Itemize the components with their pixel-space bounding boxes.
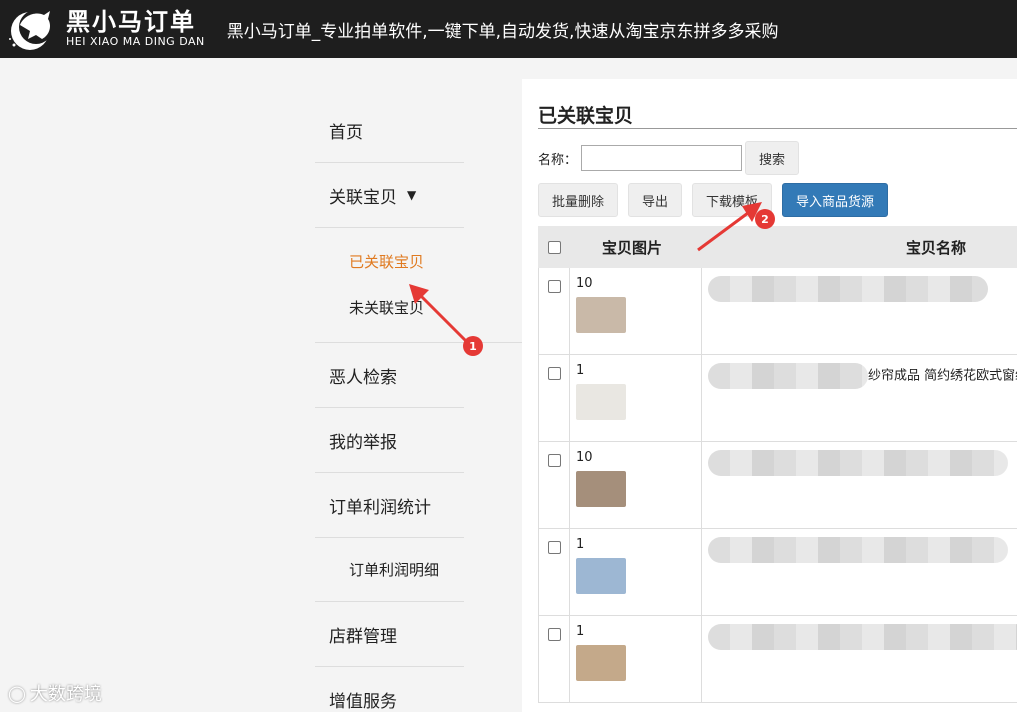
page-title: 已关联宝贝: [538, 105, 634, 127]
row-checkbox[interactable]: [547, 541, 561, 554]
brand-logo[interactable]: 黑小马订单 HEI XIAO MA DING DAN: [6, 5, 205, 53]
row-checkbox[interactable]: [547, 454, 561, 467]
table-row[interactable]: 1: [538, 529, 1017, 616]
app-header: 黑小马订单 HEI XIAO MA DING DAN 黑小马订单_专业拍单软件,…: [0, 0, 1017, 58]
import-source-button[interactable]: 导入商品货源: [782, 183, 889, 217]
batch-delete-button[interactable]: 批量删除: [538, 183, 619, 217]
sidebar-item-value-added[interactable]: 增值服务: [315, 667, 464, 712]
item-thumbnail[interactable]: [576, 297, 626, 333]
redacted-text: [708, 276, 988, 302]
item-image-cell: 1: [570, 529, 702, 615]
annotation-badge-2: 2: [755, 209, 775, 229]
sidebar-item-label: 首页: [329, 122, 363, 143]
row-checkbox[interactable]: [547, 628, 561, 641]
item-thumbnail[interactable]: [576, 645, 626, 681]
linked-items-table: 宝贝图片 宝贝名称 10 1 纱帘成品 简约绣花欧式窗纱客厅卧室飘 10 1 1 席子: [538, 226, 1017, 703]
search-bar: 名称： 搜索: [538, 141, 800, 175]
sidebar-item-label: 恶人检索: [329, 367, 397, 388]
item-name-cell: 席子: [702, 616, 1017, 702]
item-name[interactable]: 纱帘成品 简约绣花欧式窗纱客厅卧室飘: [868, 369, 1017, 384]
caret-down-icon: ▼: [407, 188, 417, 202]
item-name-cell: [702, 442, 1017, 528]
logo-en-text: HEI XIAO MA DING DAN: [66, 35, 205, 48]
sidebar-item-label: 关联宝贝: [329, 187, 397, 208]
table-header: 宝贝图片 宝贝名称: [538, 226, 1017, 268]
redacted-text: [708, 537, 1008, 563]
sidebar-item-related[interactable]: 关联宝贝 ▼: [315, 163, 464, 228]
row-checkbox[interactable]: [547, 280, 561, 293]
item-image-cell: 1: [570, 616, 702, 702]
select-all-checkbox[interactable]: [547, 240, 561, 254]
sidebar-subitem-linked[interactable]: 已关联宝贝: [315, 238, 522, 284]
header-slogan: 黑小马订单_专业拍单软件,一键下单,自动发货,快速从淘宝京东拼多多采购: [226, 21, 779, 42]
search-label: 名称：: [538, 152, 578, 168]
redacted-text: [708, 363, 868, 389]
item-id: 1: [576, 624, 585, 639]
item-thumbnail[interactable]: [576, 384, 626, 420]
horse-logo-icon: [6, 5, 58, 53]
sidebar-item-search-bad[interactable]: 恶人检索: [315, 343, 464, 408]
sidebar-subitem-profit-detail[interactable]: 订单利润明细: [315, 538, 464, 602]
sidebar-item-label: 增值服务: [329, 691, 397, 712]
header-image: 宝贝图片: [602, 238, 663, 257]
item-id: 1: [576, 363, 585, 378]
content-panel: 已关联宝贝 名称： 搜索 批量删除 导出 下载模板 导入商品货源 宝贝图片 宝贝…: [522, 79, 1017, 712]
watermark-text: 大数跨境: [29, 684, 102, 705]
watermark: ◯ 大数跨境: [8, 680, 102, 706]
sidebar-item-profit-stats[interactable]: 订单利润统计: [315, 473, 464, 538]
item-id: 10: [576, 276, 593, 291]
sidebar-nav: 首页 关联宝贝 ▼ 已关联宝贝 未关联宝贝 恶人检索 我的举报 订单利润统计 订单…: [315, 98, 522, 712]
item-image-cell: 10: [570, 268, 702, 354]
item-thumbnail[interactable]: [576, 471, 626, 507]
item-image-cell: 10: [570, 442, 702, 528]
item-id: 1: [576, 537, 585, 552]
item-name-cell: [702, 529, 1017, 615]
item-thumbnail[interactable]: [576, 558, 626, 594]
export-button[interactable]: 导出: [628, 183, 683, 217]
title-divider: [538, 128, 1017, 129]
sidebar-item-home[interactable]: 首页: [315, 98, 464, 163]
sidebar-item-label: 订单利润统计: [329, 497, 431, 518]
table-row[interactable]: 1 席子: [538, 616, 1017, 703]
item-image-cell: 1: [570, 355, 702, 441]
watermark-logo-icon: ◯: [8, 683, 26, 703]
redacted-text: [708, 450, 1008, 476]
name-search-input[interactable]: [581, 145, 743, 171]
item-id: 10: [576, 450, 593, 465]
logo-cn-text: 黑小马订单: [66, 8, 196, 36]
sidebar-item-shop-group[interactable]: 店群管理: [315, 602, 464, 667]
sidebar-item-my-reports[interactable]: 我的举报: [315, 408, 464, 473]
search-button[interactable]: 搜索: [745, 141, 800, 175]
item-name-cell: [702, 268, 1017, 354]
table-row[interactable]: 1 纱帘成品 简约绣花欧式窗纱客厅卧室飘: [538, 355, 1017, 442]
sidebar-item-label: 店群管理: [329, 626, 397, 647]
row-checkbox[interactable]: [547, 367, 561, 380]
sidebar-item-label: 我的举报: [329, 432, 397, 453]
item-name-cell: 纱帘成品 简约绣花欧式窗纱客厅卧室飘: [702, 355, 1017, 441]
table-row[interactable]: 10: [538, 268, 1017, 355]
annotation-badge-1: 1: [463, 336, 483, 356]
redacted-text: [708, 624, 1017, 650]
table-row[interactable]: 10: [538, 442, 1017, 529]
